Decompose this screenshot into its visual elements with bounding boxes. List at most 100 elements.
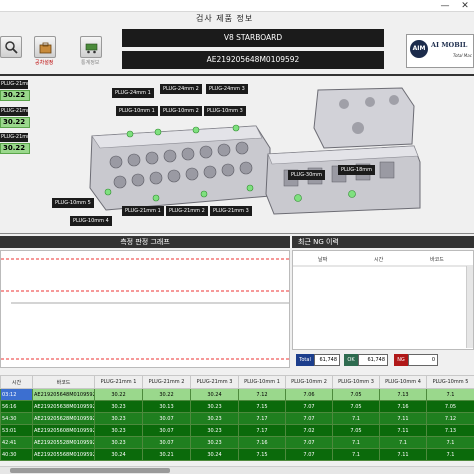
cell-value: 7.07 bbox=[285, 400, 333, 413]
tolerance-settings-button[interactable] bbox=[34, 36, 56, 58]
cell-value: 7.13 bbox=[379, 388, 427, 401]
cell-value: 30.23 bbox=[94, 436, 143, 449]
tag-plug-24mm-1: PLUG-24mm 1 bbox=[112, 88, 154, 98]
col-header-plug10-3[interactable]: PLUG-10mm 3 bbox=[332, 375, 380, 389]
cell-value: 7.11 bbox=[379, 448, 427, 461]
cell-value: 7.15 bbox=[238, 400, 286, 413]
cell-value: 7.16 bbox=[379, 400, 427, 413]
left-meas-name-3: PLUG-21mm 3 bbox=[0, 133, 28, 142]
model-name-field: V8 STARBOARD bbox=[122, 29, 384, 47]
cell-value: 30.24 bbox=[190, 388, 239, 401]
tag-plug-18mm: PLUG-18mm bbox=[338, 165, 375, 175]
tag-plug-24mm-2: PLUG-24mm 2 bbox=[160, 84, 202, 94]
cell-value: 7.07 bbox=[285, 436, 333, 449]
cell-value: 7.1 bbox=[332, 448, 380, 461]
cell-value: 7.12 bbox=[426, 412, 474, 425]
cell-value: 7.05 bbox=[426, 400, 474, 413]
cell-value: 30.22 bbox=[94, 388, 143, 401]
col-header-barcode[interactable]: 바코드 bbox=[32, 375, 95, 389]
ng-value: 0 bbox=[408, 354, 438, 366]
tag-plug-10mm-5: PLUG-10mm 5 bbox=[52, 198, 94, 208]
cell-value: 30.23 bbox=[190, 400, 239, 413]
cell-value: 7.02 bbox=[285, 424, 333, 437]
company-logo: AIM AI MOBIL Total Mac bbox=[406, 34, 474, 68]
cell-value: 7.17 bbox=[238, 412, 286, 425]
cell-value: 7.16 bbox=[238, 436, 286, 449]
cell-value: 30.23 bbox=[190, 424, 239, 437]
left-meas-name-1: PLUG-21mm 1 bbox=[0, 80, 28, 89]
close-button[interactable]: ✕ bbox=[458, 0, 472, 12]
cell-value: 30.07 bbox=[142, 436, 191, 449]
table-row[interactable]: 56:16 AE219205638M0109592 30.23 30.13 30.23 7… bbox=[0, 400, 474, 413]
app-window: — ✕ 검사 제품 정보 공차설정 통계정보 V8 STARBOARD AE21… bbox=[0, 0, 474, 474]
col-header-time[interactable]: 시간 bbox=[0, 375, 33, 389]
statistics-label: 통계정보 bbox=[81, 60, 100, 66]
cell-barcode: AE219205648M0109592 bbox=[32, 388, 95, 401]
ng-scrollbar[interactable] bbox=[466, 266, 473, 348]
cell-value: 7.07 bbox=[285, 448, 333, 461]
left-meas-value-1: 30.22 bbox=[0, 90, 30, 101]
header-divider bbox=[0, 74, 474, 76]
cell-time: 42:41 bbox=[0, 436, 33, 449]
cell-value: 7.07 bbox=[285, 412, 333, 425]
cell-value: 7.05 bbox=[332, 400, 380, 413]
col-header-plug10-4[interactable]: PLUG-10mm 4 bbox=[379, 375, 427, 389]
mid-divider bbox=[0, 233, 474, 234]
table-scroll-thumb[interactable] bbox=[10, 468, 170, 473]
ng-col-date: 날짜 bbox=[318, 257, 328, 263]
cell-value: 7.1 bbox=[426, 436, 474, 449]
ok-label: OK bbox=[344, 354, 358, 366]
tag-plug-10mm-2: PLUG-10mm 2 bbox=[160, 106, 202, 116]
cell-time: 40:30 bbox=[0, 448, 33, 461]
table-row[interactable]: 53:01 AE219205608M0109592 30.23 30.07 30.23 7… bbox=[0, 424, 474, 437]
statistics-button[interactable] bbox=[80, 36, 102, 58]
tools-icon bbox=[39, 42, 52, 54]
cell-value: 7.15 bbox=[238, 448, 286, 461]
cell-time: 03:12 bbox=[0, 388, 33, 401]
total-value: 61,748 bbox=[314, 354, 340, 366]
ng-history-title: 최근 NG 이력 bbox=[292, 236, 474, 248]
logo-mark: AIM bbox=[410, 40, 428, 58]
cell-value: 30.23 bbox=[190, 412, 239, 425]
cell-barcode: AE219205628M0109592 bbox=[32, 412, 95, 425]
cell-value: 30.23 bbox=[190, 436, 239, 449]
col-header-plug10-2[interactable]: PLUG-10mm 2 bbox=[285, 375, 333, 389]
col-header-plug21-2[interactable]: PLUG-21mm 2 bbox=[142, 375, 191, 389]
barcode-field: AE219205648M0109592 bbox=[122, 51, 384, 69]
cell-value: 7.13 bbox=[426, 424, 474, 437]
search-icon bbox=[5, 41, 18, 54]
cell-value: 30.23 bbox=[94, 412, 143, 425]
table-row[interactable]: 40:30 AE219205568M0109592 30.24 30.21 30.24 7… bbox=[0, 448, 474, 461]
col-header-plug21-1[interactable]: PLUG-21mm 1 bbox=[94, 375, 143, 389]
left-meas-value-2: 30.22 bbox=[0, 117, 30, 128]
logo-name: AI MOBIL bbox=[431, 41, 468, 49]
col-header-plug21-3[interactable]: PLUG-21mm 3 bbox=[190, 375, 239, 389]
table-row[interactable]: 42:41 AE219205528M0109592 30.23 30.07 30.23 7… bbox=[0, 436, 474, 449]
cell-barcode: AE219205638M0109592 bbox=[32, 400, 95, 413]
inspection-results-table: 시간 바코드 PLUG-21mm 1 PLUG-21mm 2 PLUG-21mm… bbox=[0, 375, 474, 461]
minimize-button[interactable]: — bbox=[438, 0, 452, 12]
cell-time: 53:01 bbox=[0, 424, 33, 437]
tolerance-settings-label: 공차설정 bbox=[35, 60, 54, 66]
cell-time: 56:16 bbox=[0, 400, 33, 413]
cell-value: 30.07 bbox=[142, 412, 191, 425]
table-header-row: 시간 바코드 PLUG-21mm 1 PLUG-21mm 2 PLUG-21mm… bbox=[0, 375, 474, 389]
tag-plug-21mm-1: PLUG-21mm 1 bbox=[122, 206, 164, 216]
cell-value: 7.06 bbox=[285, 388, 333, 401]
col-header-plug10-1[interactable]: PLUG-10mm 1 bbox=[238, 375, 286, 389]
tag-plug-24mm-3: PLUG-24mm 3 bbox=[206, 84, 248, 94]
col-header-plug10-5[interactable]: PLUG-10mm 5 bbox=[426, 375, 474, 389]
cell-value: 7.1 bbox=[426, 388, 474, 401]
cell-value: 7.11 bbox=[379, 424, 427, 437]
ng-label: NG bbox=[394, 354, 408, 366]
table-row[interactable]: 03:12 AE219205648M0109592 30.22 30.22 30.24 7… bbox=[0, 388, 474, 401]
cell-value: 30.22 bbox=[142, 388, 191, 401]
left-meas-name-2: PLUG-21mm 2 bbox=[0, 107, 28, 116]
search-button[interactable] bbox=[0, 36, 22, 58]
tag-plug-10mm-3: PLUG-10mm 3 bbox=[204, 106, 246, 116]
tag-plug-21mm-3: PLUG-21mm 3 bbox=[210, 206, 252, 216]
tag-plug-10mm-4: PLUG-10mm 4 bbox=[70, 216, 112, 226]
table-row[interactable]: 54:30 AE219205628M0109592 30.23 30.07 30.23 7… bbox=[0, 412, 474, 425]
graph-canvas bbox=[1, 258, 289, 360]
tag-plug-10mm-1: PLUG-10mm 1 bbox=[116, 106, 158, 116]
